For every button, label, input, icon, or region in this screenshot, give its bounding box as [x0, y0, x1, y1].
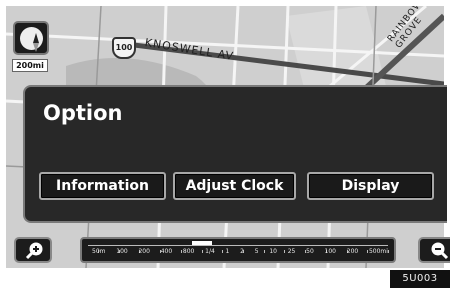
display-button[interactable]: Display [307, 172, 434, 200]
compass-button[interactable] [13, 21, 49, 55]
scale-step[interactable]: 400 [161, 248, 172, 255]
zoom-in-icon [25, 242, 43, 260]
scale-step[interactable]: 10 [269, 248, 277, 255]
scale-steps: 50m 100 200 400 800 1/4 1 2 5 10 25 50 100 200 500mi [92, 248, 388, 255]
scale-step[interactable]: 200 [138, 248, 149, 255]
option-dialog: Option Information Adjust Clock Display [23, 85, 447, 223]
scale-step[interactable]: 50 [306, 248, 314, 255]
navigation-screen: KNOSWELL AV RAINBOW GROVE 100 200mi Opti… [0, 0, 450, 288]
scale-step[interactable]: 25 [288, 248, 296, 255]
scale-step[interactable]: 800 [183, 248, 194, 255]
scale-step[interactable]: 50m [92, 248, 105, 255]
compass-icon [20, 27, 43, 52]
map-scale-selector[interactable]: 50m 100 200 400 800 1/4 1 2 5 10 25 50 100 200 500mi [80, 237, 396, 263]
zoom-out-icon [431, 242, 449, 260]
scale-step[interactable]: 100 [325, 248, 336, 255]
scale-step[interactable]: 100 [116, 248, 127, 255]
map-scale-indicator: 200mi [12, 59, 48, 72]
scale-current-marker [191, 241, 212, 245]
adjust-clock-button[interactable]: Adjust Clock [173, 172, 296, 200]
route-shield-icon: 100 [112, 37, 136, 59]
zoom-out-button[interactable] [418, 237, 450, 263]
scale-step[interactable]: 2 [240, 248, 244, 255]
dialog-title: Option [43, 101, 123, 125]
figure-id-label: 5U003 [390, 270, 450, 288]
scale-tick [388, 250, 389, 253]
information-button[interactable]: Information [39, 172, 166, 200]
scale-step[interactable]: 5 [255, 248, 259, 255]
scale-step[interactable]: 1/4 [205, 248, 215, 255]
zoom-in-button[interactable] [14, 237, 52, 263]
scale-step[interactable]: 1 [226, 248, 230, 255]
compass-south-needle [33, 43, 39, 52]
scale-step[interactable]: 200 [347, 248, 358, 255]
compass-north-needle [33, 33, 39, 43]
scale-step[interactable]: 500mi [369, 248, 388, 255]
